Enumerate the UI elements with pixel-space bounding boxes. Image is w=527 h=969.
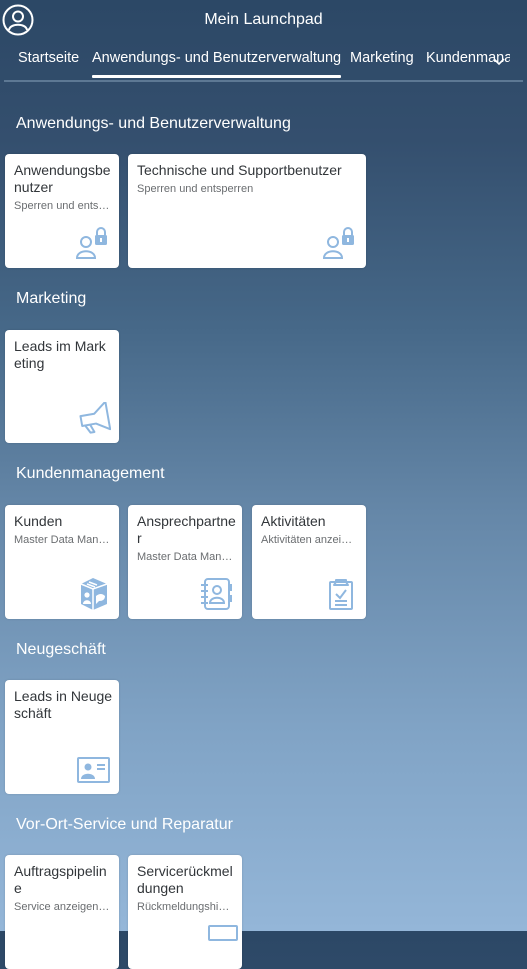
tile-technische-und-supportbenutzer[interactable]: Technische und Supportbenutzer Sperren u… — [128, 154, 366, 268]
tab-startseite[interactable]: Startseite — [18, 50, 79, 66]
tile-ansprechpartner[interactable]: Ansprechpartner Master Data Management — [128, 505, 242, 619]
tile-title: Aktivitäten — [261, 513, 326, 529]
tile-title: Auftragspipeline — [14, 863, 107, 896]
tile-subtitle: Sperren und entsperren — [137, 183, 254, 195]
section-title-vor-ort-service-und-reparatur: Vor-Ort-Service und Reparatur — [16, 816, 233, 833]
customer-icon — [75, 578, 111, 610]
tab-anwendungs-und-benutzerverwaltung[interactable]: Anwendungs- und Benutzerverwaltung — [92, 50, 342, 78]
tile-kunden[interactable]: Kunden Master Data Management — [5, 505, 119, 619]
tile-subtitle: Master Data Management — [14, 534, 111, 546]
section-title-anwendungs-und-benutzerverwaltung: Anwendungs- und Benutzerverwaltung — [16, 115, 291, 132]
tile-title: Leads in Neugeschäft — [14, 688, 113, 721]
tile-title: Kunden — [14, 513, 63, 529]
tile-auftragspipeline[interactable]: Auftragspipeline Service anzeigen, bearb… — [5, 855, 119, 969]
business-card-icon — [75, 753, 111, 785]
user-locked-icon — [75, 227, 111, 259]
tile-leads-in-neugeschaeft[interactable]: Leads in Neugeschäft — [5, 680, 119, 794]
tile-aktivitaeten[interactable]: Aktivitäten Aktivitäten anzeigen — [252, 505, 366, 619]
chevron-down-icon — [493, 58, 505, 66]
tile-servicerueckmeldungen[interactable]: Servicerückmeldungen Rückmeldungshistori… — [128, 855, 242, 969]
tab-overflow-button[interactable] — [492, 54, 506, 68]
tile-subtitle: Aktivitäten anzeigen — [261, 534, 358, 546]
section-title-kundenmanagement: Kundenmanagement — [16, 465, 165, 482]
tab-bar: Startseite Anwendungs- und Benutzerverwa… — [0, 42, 527, 82]
tile-title: Technische und Supportbenutzer — [137, 162, 342, 178]
shell-bar: Mein Launchpad — [0, 0, 527, 42]
app-title: Mein Launchpad — [204, 11, 323, 28]
tab-marketing[interactable]: Marketing — [350, 50, 414, 66]
clipboard-check-icon — [322, 578, 358, 610]
tile-icon-partial — [208, 925, 238, 941]
tile-subtitle: Sperren und entsperren — [14, 200, 111, 212]
tile-subtitle: Service anzeigen, bearbeiten — [14, 901, 111, 913]
tile-title: Servicerückmeldungen — [137, 863, 233, 896]
tile-subtitle: Rückmeldungshistorie — [137, 901, 234, 913]
section-title-neugeschaeft: Neugeschäft — [16, 641, 106, 658]
tile-leads-im-marketing[interactable]: Leads im Marketing — [5, 330, 119, 443]
megaphone-icon — [75, 402, 111, 434]
tile-title: Ansprechpartner — [137, 513, 236, 546]
address-book-icon — [198, 578, 234, 610]
tab-bar-divider — [4, 80, 523, 82]
tile-title: Leads im Marketing — [14, 338, 106, 371]
tile-subtitle: Master Data Management — [137, 551, 234, 563]
user-locked-icon — [322, 227, 358, 259]
tile-anwendungsbenutzer[interactable]: Anwendungsbenutzer Sperren und entsperre… — [5, 154, 119, 268]
section-title-marketing: Marketing — [16, 290, 87, 307]
tile-title: Anwendungsbenutzer — [14, 162, 111, 195]
